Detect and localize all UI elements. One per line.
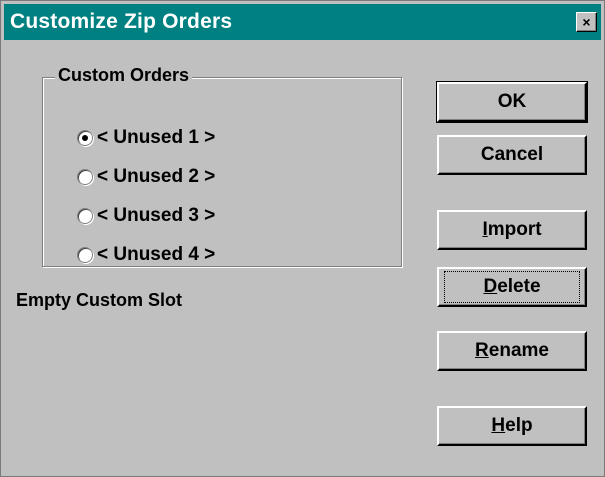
ok-label: OK xyxy=(497,91,527,112)
radio-option-unused-2[interactable]: < Unused 2 > xyxy=(77,164,215,190)
rename-label: Rename xyxy=(475,340,549,361)
radio-label: < Unused 2 > xyxy=(97,166,216,187)
radio-option-unused-1[interactable]: < Unused 1 > xyxy=(77,125,215,151)
radio-button[interactable] xyxy=(77,247,93,263)
delete-button[interactable]: Delete xyxy=(437,267,587,307)
radio-button-selected[interactable] xyxy=(77,130,93,146)
cancel-label: Cancel xyxy=(480,144,544,165)
custom-orders-legend: Custom Orders xyxy=(55,65,193,86)
import-button[interactable]: Import xyxy=(437,210,587,250)
ok-button[interactable]: OK xyxy=(436,81,588,123)
radio-label: < Unused 3 > xyxy=(97,205,216,226)
radio-label: < Unused 1 > xyxy=(97,127,216,148)
rename-button[interactable]: Rename xyxy=(437,331,587,371)
delete-label: Delete xyxy=(444,271,580,303)
radio-button[interactable] xyxy=(77,208,93,224)
window-title: Customize Zip Orders xyxy=(10,10,233,33)
title-bar[interactable]: Customize Zip Orders × xyxy=(4,4,601,40)
radio-button[interactable] xyxy=(77,169,93,185)
help-button[interactable]: Help xyxy=(437,406,587,446)
radio-option-unused-4[interactable]: < Unused 4 > xyxy=(77,242,215,268)
close-button[interactable]: × xyxy=(576,12,597,32)
radio-option-unused-3[interactable]: < Unused 3 > xyxy=(77,203,215,229)
cancel-button[interactable]: Cancel xyxy=(437,135,587,175)
customize-zip-orders-dialog: Customize Zip Orders × Custom Orders < U… xyxy=(0,0,605,477)
close-icon: × xyxy=(582,14,591,30)
import-label: Import xyxy=(482,219,542,240)
radio-label: < Unused 4 > xyxy=(97,244,216,265)
help-label: Help xyxy=(491,415,533,436)
slot-status-text: Empty Custom Slot xyxy=(16,290,183,310)
